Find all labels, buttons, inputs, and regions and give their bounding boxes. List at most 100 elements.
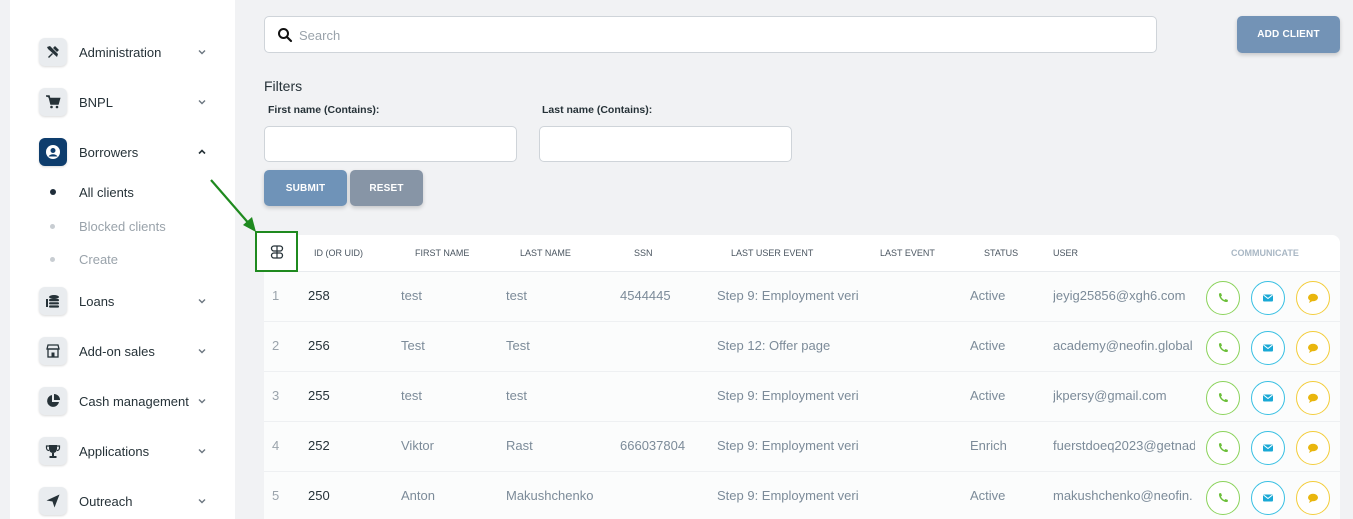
chevron-down-icon	[198, 399, 206, 404]
last-user-event: Step 12: Offer page	[717, 338, 831, 353]
chat-button[interactable]	[1296, 331, 1330, 365]
add-client-button[interactable]: ADD CLIENT	[1237, 16, 1340, 53]
status: Active	[970, 388, 1006, 403]
nav-item-bnpl[interactable]: BNPL	[10, 82, 235, 122]
email-button[interactable]	[1251, 481, 1285, 515]
column-header[interactable]: USER	[1053, 248, 1078, 258]
client-id[interactable]: 258	[308, 288, 330, 303]
call-button[interactable]	[1206, 381, 1240, 415]
last-name-label: Last name (Contains):	[542, 104, 653, 116]
bullet-icon	[50, 223, 55, 229]
first-name: Viktor	[401, 438, 434, 453]
last-name: Rast	[506, 438, 533, 453]
chevron-down-icon	[198, 299, 206, 304]
mail-icon	[1263, 394, 1273, 402]
columns-toggle-icon	[270, 244, 283, 259]
first-name: test	[401, 388, 422, 403]
email-button[interactable]	[1251, 331, 1285, 365]
chat-icon	[1308, 443, 1318, 453]
table-row[interactable]: 1 258 test test 4544445 Step 9: Employme…	[264, 272, 1340, 322]
chat-button[interactable]	[1296, 481, 1330, 515]
ssn: 4544445	[620, 288, 671, 303]
table-row[interactable]: 2 256 Test Test Step 12: Offer page Acti…	[264, 322, 1340, 372]
nav-item-applications[interactable]: Applications	[10, 431, 235, 471]
last-name: Test	[506, 338, 530, 353]
column-header[interactable]: ID (OR UID)	[314, 248, 363, 258]
annotation-arrow-icon	[210, 179, 256, 232]
nav-item-cash-management[interactable]: Cash management	[10, 381, 235, 421]
column-header[interactable]: SSN	[634, 248, 653, 258]
coins-icon	[39, 287, 67, 315]
chevron-up-icon	[198, 149, 206, 155]
chat-button[interactable]	[1296, 381, 1330, 415]
phone-icon	[1218, 293, 1228, 303]
row-index: 3	[272, 388, 280, 403]
nav-item-administration[interactable]: Administration	[10, 32, 235, 72]
user-circle-icon	[39, 138, 67, 166]
user-email: makushchenko@neofin.	[1053, 488, 1193, 503]
search-box[interactable]	[264, 16, 1157, 53]
ssn: 666037804	[620, 438, 686, 453]
phone-icon	[1218, 343, 1228, 353]
sidebar: Administration BNPL Borrowers All client…	[10, 0, 235, 519]
phone-icon	[1218, 393, 1228, 403]
search-input[interactable]	[299, 23, 1139, 47]
submit-button[interactable]: SUBMIT	[264, 170, 347, 206]
chat-icon	[1308, 493, 1318, 503]
nav-label: BNPL	[79, 94, 113, 110]
search-icon	[278, 28, 293, 43]
table-row[interactable]: 5 250 Anton Makushchenko Step 9: Employm…	[264, 472, 1340, 519]
chevron-down-icon	[198, 100, 206, 105]
call-button[interactable]	[1206, 431, 1240, 465]
last-user-event: Step 9: Employment veri	[717, 388, 859, 403]
last-user-event: Step 9: Employment veri	[717, 488, 859, 503]
column-header[interactable]: STATUS	[984, 248, 1018, 258]
nav-item-borrowers[interactable]: Borrowers	[10, 132, 235, 172]
table-row[interactable]: 4 252 Viktor Rast 666037804 Step 9: Empl…	[264, 422, 1340, 472]
nav-label: Add-on sales	[79, 343, 155, 359]
nav-item-loans[interactable]: Loans	[10, 281, 235, 321]
sub-item-blocked-clients[interactable]: Blocked clients	[10, 214, 235, 238]
nav-item-add-on-sales[interactable]: Add-on sales	[10, 331, 235, 371]
chat-button[interactable]	[1296, 281, 1330, 315]
chevron-down-icon	[198, 50, 206, 55]
sub-item-create[interactable]: Create	[10, 247, 235, 271]
column-header[interactable]: LAST NAME	[520, 248, 571, 258]
status: Active	[970, 288, 1006, 303]
nav-item-outreach[interactable]: Outreach	[10, 481, 235, 519]
first-name: Anton	[401, 488, 435, 503]
call-button[interactable]	[1206, 281, 1240, 315]
table-row[interactable]: 3 255 test test Step 9: Employment veri …	[264, 372, 1340, 422]
first-name-field[interactable]	[264, 126, 517, 162]
client-id[interactable]: 252	[308, 438, 330, 453]
chevron-down-icon	[198, 449, 206, 454]
bullet-icon	[50, 189, 56, 195]
email-button[interactable]	[1251, 431, 1285, 465]
nav-label: Administration	[79, 44, 162, 60]
reset-button[interactable]: RESET	[350, 170, 423, 206]
column-header[interactable]: FIRST NAME	[415, 248, 469, 258]
call-button[interactable]	[1206, 481, 1240, 515]
last-name: test	[506, 288, 527, 303]
status: Active	[970, 338, 1006, 353]
client-id[interactable]: 250	[308, 488, 330, 503]
store-icon	[39, 337, 67, 365]
user-email: jkpersy@gmail.com	[1053, 388, 1167, 403]
column-header[interactable]: LAST EVENT	[880, 248, 935, 258]
client-id[interactable]: 255	[308, 388, 330, 403]
email-button[interactable]	[1251, 281, 1285, 315]
column-header[interactable]: LAST USER EVENT	[731, 248, 813, 258]
email-button[interactable]	[1251, 381, 1285, 415]
chat-button[interactable]	[1296, 431, 1330, 465]
row-index: 2	[272, 338, 280, 353]
nav-label: Applications	[79, 443, 150, 459]
first-name: Test	[401, 338, 425, 353]
client-id[interactable]: 256	[308, 338, 330, 353]
mail-icon	[1263, 344, 1273, 352]
column-settings-button[interactable]	[255, 231, 298, 272]
chevron-down-icon	[198, 349, 206, 354]
sub-item-all-clients[interactable]: All clients	[10, 180, 235, 204]
call-button[interactable]	[1206, 331, 1240, 365]
last-name: test	[506, 388, 527, 403]
last-name-field[interactable]	[539, 126, 792, 162]
